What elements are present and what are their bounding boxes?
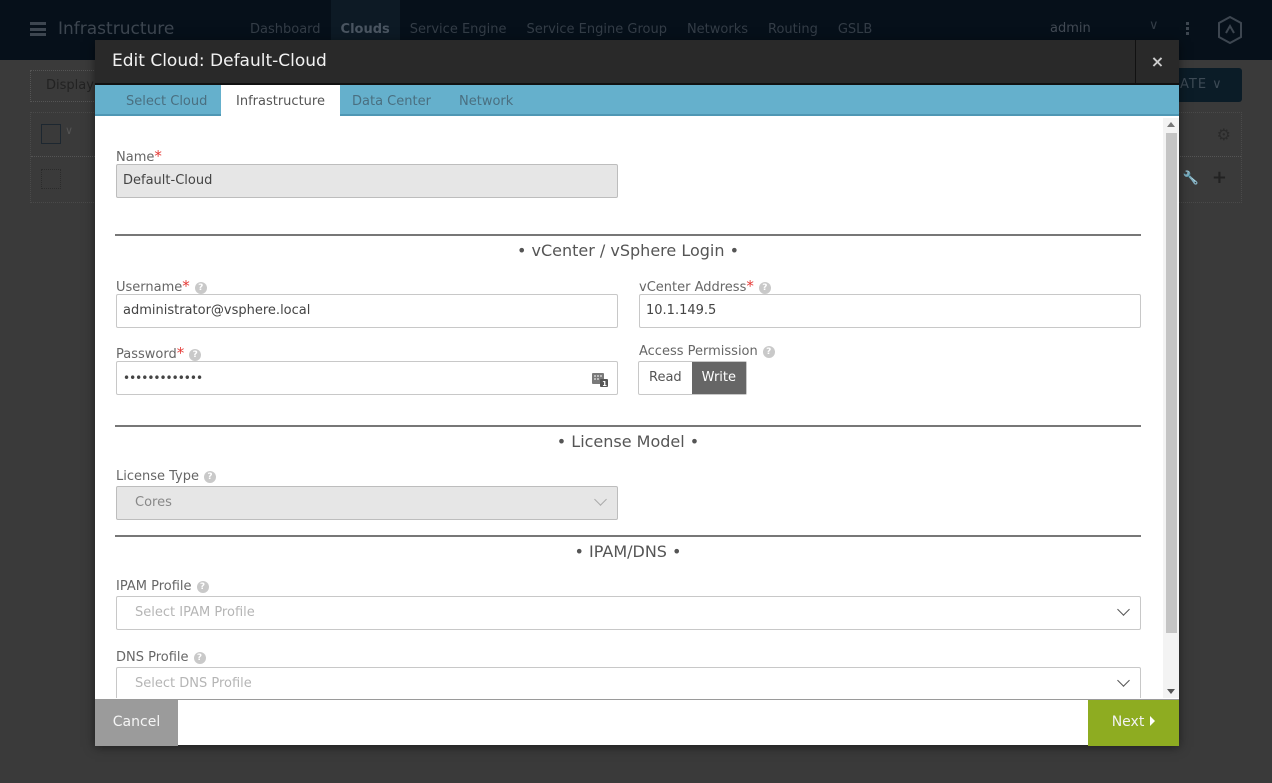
name-label-text: Name — [116, 150, 155, 165]
help-icon[interactable]: ? — [758, 282, 771, 294]
chevron-down-icon[interactable]: ∨ — [1149, 18, 1159, 33]
chevron-down-icon: ∨ — [65, 124, 74, 137]
tab-data-center[interactable]: Data Center — [337, 85, 446, 116]
chevron-down-icon — [1117, 603, 1130, 616]
app-title: Infrastructure — [58, 19, 175, 39]
next-button[interactable]: Next — [1088, 700, 1179, 746]
license-type-label: License Type? — [116, 469, 217, 484]
license-type-label-text: License Type — [116, 469, 200, 484]
license-type-value: Cores — [135, 495, 172, 510]
dns-profile-placeholder: Select DNS Profile — [135, 676, 252, 691]
access-write-option[interactable]: Write — [691, 362, 746, 394]
tab-infrastructure[interactable]: Infrastructure — [221, 85, 340, 118]
vcenter-address-field[interactable]: 10.1.149.5 — [639, 294, 1141, 328]
password-field[interactable]: ••••••••••••• 1 — [116, 361, 618, 395]
dns-profile-label-text: DNS Profile — [116, 650, 189, 665]
name-field[interactable]: Default-Cloud — [116, 164, 618, 198]
cancel-button[interactable]: Cancel — [95, 700, 178, 746]
more-options-icon[interactable] — [1186, 22, 1190, 37]
dns-profile-label: DNS Profile? — [116, 650, 206, 665]
tab-network[interactable]: Network — [444, 85, 528, 116]
username-field[interactable]: administrator@vsphere.local — [116, 294, 618, 328]
required-marker: * — [182, 277, 190, 295]
ipam-profile-label-text: IPAM Profile — [116, 579, 192, 594]
name-label: Name* — [116, 147, 162, 165]
modal-tabs: Select Cloud Infrastructure Data Center … — [95, 85, 1179, 118]
password-label: Password*? — [116, 344, 202, 362]
ipam-profile-label: IPAM Profile? — [116, 579, 209, 594]
section-license-model: • License Model • — [115, 425, 1141, 453]
license-type-select[interactable]: Cores — [116, 486, 618, 520]
tab-select-cloud[interactable]: Select Cloud — [111, 85, 222, 116]
section-title: • IPAM/DNS • — [574, 542, 682, 561]
modal-header: Edit Cloud: Default-Cloud × — [95, 40, 1179, 85]
password-manager-icon[interactable]: 1 — [592, 371, 608, 387]
required-marker: * — [746, 277, 754, 295]
help-icon[interactable]: ? — [196, 581, 209, 593]
next-button-label: Next — [1111, 714, 1145, 730]
access-permission-toggle: Read Write — [638, 361, 747, 395]
dns-profile-select[interactable]: Select DNS Profile — [116, 667, 1141, 698]
required-marker: * — [176, 344, 185, 362]
plus-icon: + — [1211, 167, 1227, 188]
help-icon[interactable]: ? — [189, 349, 202, 361]
row-checkbox — [41, 169, 61, 189]
help-icon[interactable]: ? — [194, 282, 207, 294]
password-value: ••••••••••••• — [123, 371, 203, 385]
scrollbar-thumb[interactable] — [1166, 133, 1177, 633]
gear-icon: ⚙ — [1216, 125, 1231, 144]
caret-right-icon — [1150, 716, 1156, 726]
password-label-text: Password — [116, 347, 177, 362]
section-vcenter-login: • vCenter / vSphere Login • — [115, 234, 1141, 262]
username-label: Username*? — [116, 277, 207, 295]
scroll-up-arrow-icon[interactable] — [1167, 122, 1175, 127]
scroll-down-arrow-icon[interactable] — [1167, 689, 1175, 694]
edit-cloud-modal: Edit Cloud: Default-Cloud × Select Cloud… — [95, 40, 1179, 746]
form-content: Name* Default-Cloud • vCenter / vSphere … — [95, 118, 1163, 698]
create-button-label: ATE — [1180, 77, 1208, 92]
modal-title: Edit Cloud: Default-Cloud — [112, 51, 327, 71]
create-button: ATE ∨ — [1170, 68, 1242, 102]
username-label-text: Username — [116, 280, 183, 295]
access-permission-label: Access Permission? — [639, 344, 775, 359]
access-permission-label-text: Access Permission — [639, 344, 758, 359]
help-icon[interactable]: ? — [762, 346, 775, 358]
section-title: • License Model • — [556, 432, 700, 451]
access-read-option[interactable]: Read — [639, 362, 692, 394]
user-menu[interactable]: admin — [1050, 21, 1091, 36]
ipam-profile-placeholder: Select IPAM Profile — [135, 605, 255, 620]
ipam-profile-select[interactable]: Select IPAM Profile — [116, 596, 1141, 630]
select-all-checkbox — [41, 124, 61, 144]
chevron-down-icon — [1117, 674, 1130, 687]
vcenter-address-label-text: vCenter Address — [639, 280, 747, 295]
logo-icon — [1218, 16, 1242, 44]
help-icon[interactable]: ? — [193, 652, 206, 664]
close-button[interactable]: × — [1135, 40, 1179, 83]
wrench-icon: 🔧 — [1182, 171, 1199, 186]
hamburger-menu-icon[interactable] — [30, 22, 46, 36]
modal-footer: Cancel Next — [95, 699, 1179, 746]
form-scrollbar[interactable] — [1163, 118, 1179, 698]
close-icon: × — [1150, 52, 1165, 71]
section-title: • vCenter / vSphere Login • — [516, 241, 739, 260]
help-icon[interactable]: ? — [204, 471, 217, 483]
section-ipam-dns: • IPAM/DNS • — [115, 535, 1141, 563]
chevron-down-icon — [594, 493, 607, 506]
required-marker: * — [154, 147, 162, 165]
vcenter-address-label: vCenter Address*? — [639, 277, 771, 295]
